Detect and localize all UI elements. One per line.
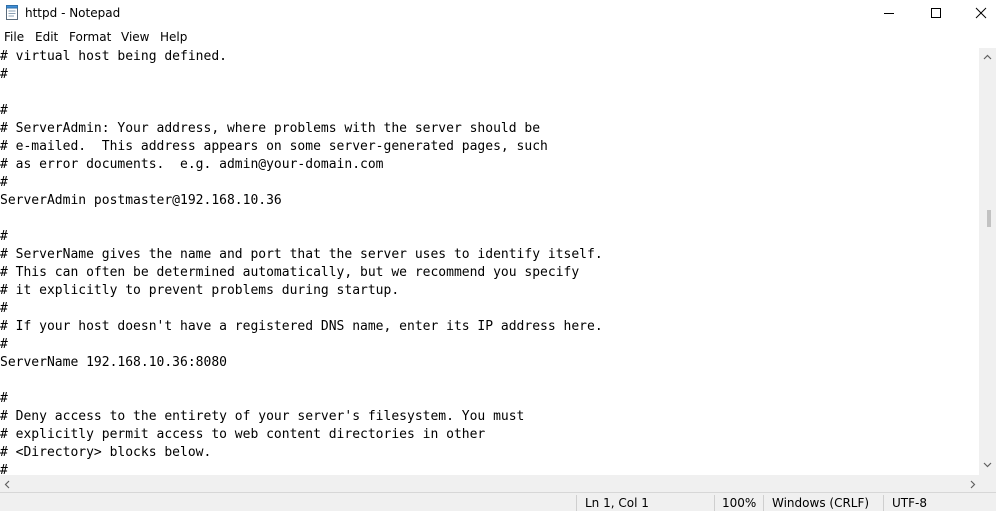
minimize-button[interactable] xyxy=(866,0,912,26)
window-title: httpd - Notepad xyxy=(25,6,121,20)
vertical-scrollbar-thumb[interactable] xyxy=(987,210,991,227)
editor-line: # xyxy=(0,103,8,118)
editor-line: # as error documents. e.g. admin@your-do… xyxy=(0,157,384,172)
status-bar: Ln 1, Col 1 100% Windows (CRLF) UTF-8 xyxy=(0,492,996,511)
menu-view[interactable]: View xyxy=(121,30,149,45)
editor-line: # This can often be determined automatic… xyxy=(0,265,580,280)
editor-line: # xyxy=(0,337,8,352)
scroll-left-arrow-icon[interactable] xyxy=(4,480,10,489)
close-button[interactable] xyxy=(958,0,996,26)
editor-line: ServerAdmin postmaster@192.168.10.36 xyxy=(0,193,282,208)
status-separator xyxy=(576,495,577,511)
editor-line: # xyxy=(0,229,8,244)
editor-line: # virtual host being defined. xyxy=(0,49,227,64)
scroll-up-arrow-icon[interactable] xyxy=(983,54,992,60)
menu-format[interactable]: Format xyxy=(69,30,111,45)
editor-line: # xyxy=(0,67,8,82)
title-bar[interactable]: httpd - Notepad xyxy=(0,0,996,26)
editor-line: # explicitly permit access to web conten… xyxy=(0,427,486,442)
menu-help[interactable]: Help xyxy=(160,30,187,45)
editor-line: # <Directory> blocks below. xyxy=(0,445,212,460)
horizontal-scrollbar[interactable] xyxy=(0,475,979,492)
editor-line: # xyxy=(0,301,8,316)
scrollbar-corner xyxy=(979,475,996,492)
menu-bar: File Edit Format View Help xyxy=(0,27,996,47)
editor-line: # xyxy=(0,463,8,475)
maximize-button[interactable] xyxy=(913,0,959,26)
editor-line: # Deny access to the entirety of your se… xyxy=(0,409,525,424)
editor-line: # xyxy=(0,391,8,406)
editor-line: # e-mailed. This address appears on some… xyxy=(0,139,548,154)
editor-line: # it explicitly to prevent problems duri… xyxy=(0,283,400,298)
editor-line: ServerName 192.168.10.36:8080 xyxy=(0,355,227,370)
status-separator xyxy=(763,495,764,511)
status-separator xyxy=(714,495,715,511)
scroll-right-arrow-icon[interactable] xyxy=(970,480,976,489)
minimize-icon xyxy=(884,13,894,14)
menu-edit[interactable]: Edit xyxy=(35,30,58,45)
notepad-icon xyxy=(6,5,18,20)
status-separator xyxy=(883,495,884,511)
editor-line: # xyxy=(0,175,8,190)
zoom-level: 100% xyxy=(722,496,757,510)
notepad-window: httpd - Notepad File Edit Format View He… xyxy=(0,0,996,511)
text-editor[interactable]: # virtual host being defined. # # # Serv… xyxy=(0,48,979,475)
vertical-scrollbar[interactable] xyxy=(979,48,996,475)
editor-lines: # virtual host being defined. # # # Serv… xyxy=(0,48,603,475)
editor-line: # ServerAdmin: Your address, where probl… xyxy=(0,121,541,136)
maximize-icon xyxy=(931,8,941,18)
cursor-position: Ln 1, Col 1 xyxy=(585,496,649,510)
menu-file[interactable]: File xyxy=(4,30,24,45)
close-icon xyxy=(975,7,987,19)
line-ending: Windows (CRLF) xyxy=(772,496,870,510)
editor-line: # ServerName gives the name and port tha… xyxy=(0,247,603,262)
editor-line: # If your host doesn't have a registered… xyxy=(0,319,603,334)
scroll-down-arrow-icon[interactable] xyxy=(983,462,992,468)
encoding: UTF-8 xyxy=(892,496,927,510)
